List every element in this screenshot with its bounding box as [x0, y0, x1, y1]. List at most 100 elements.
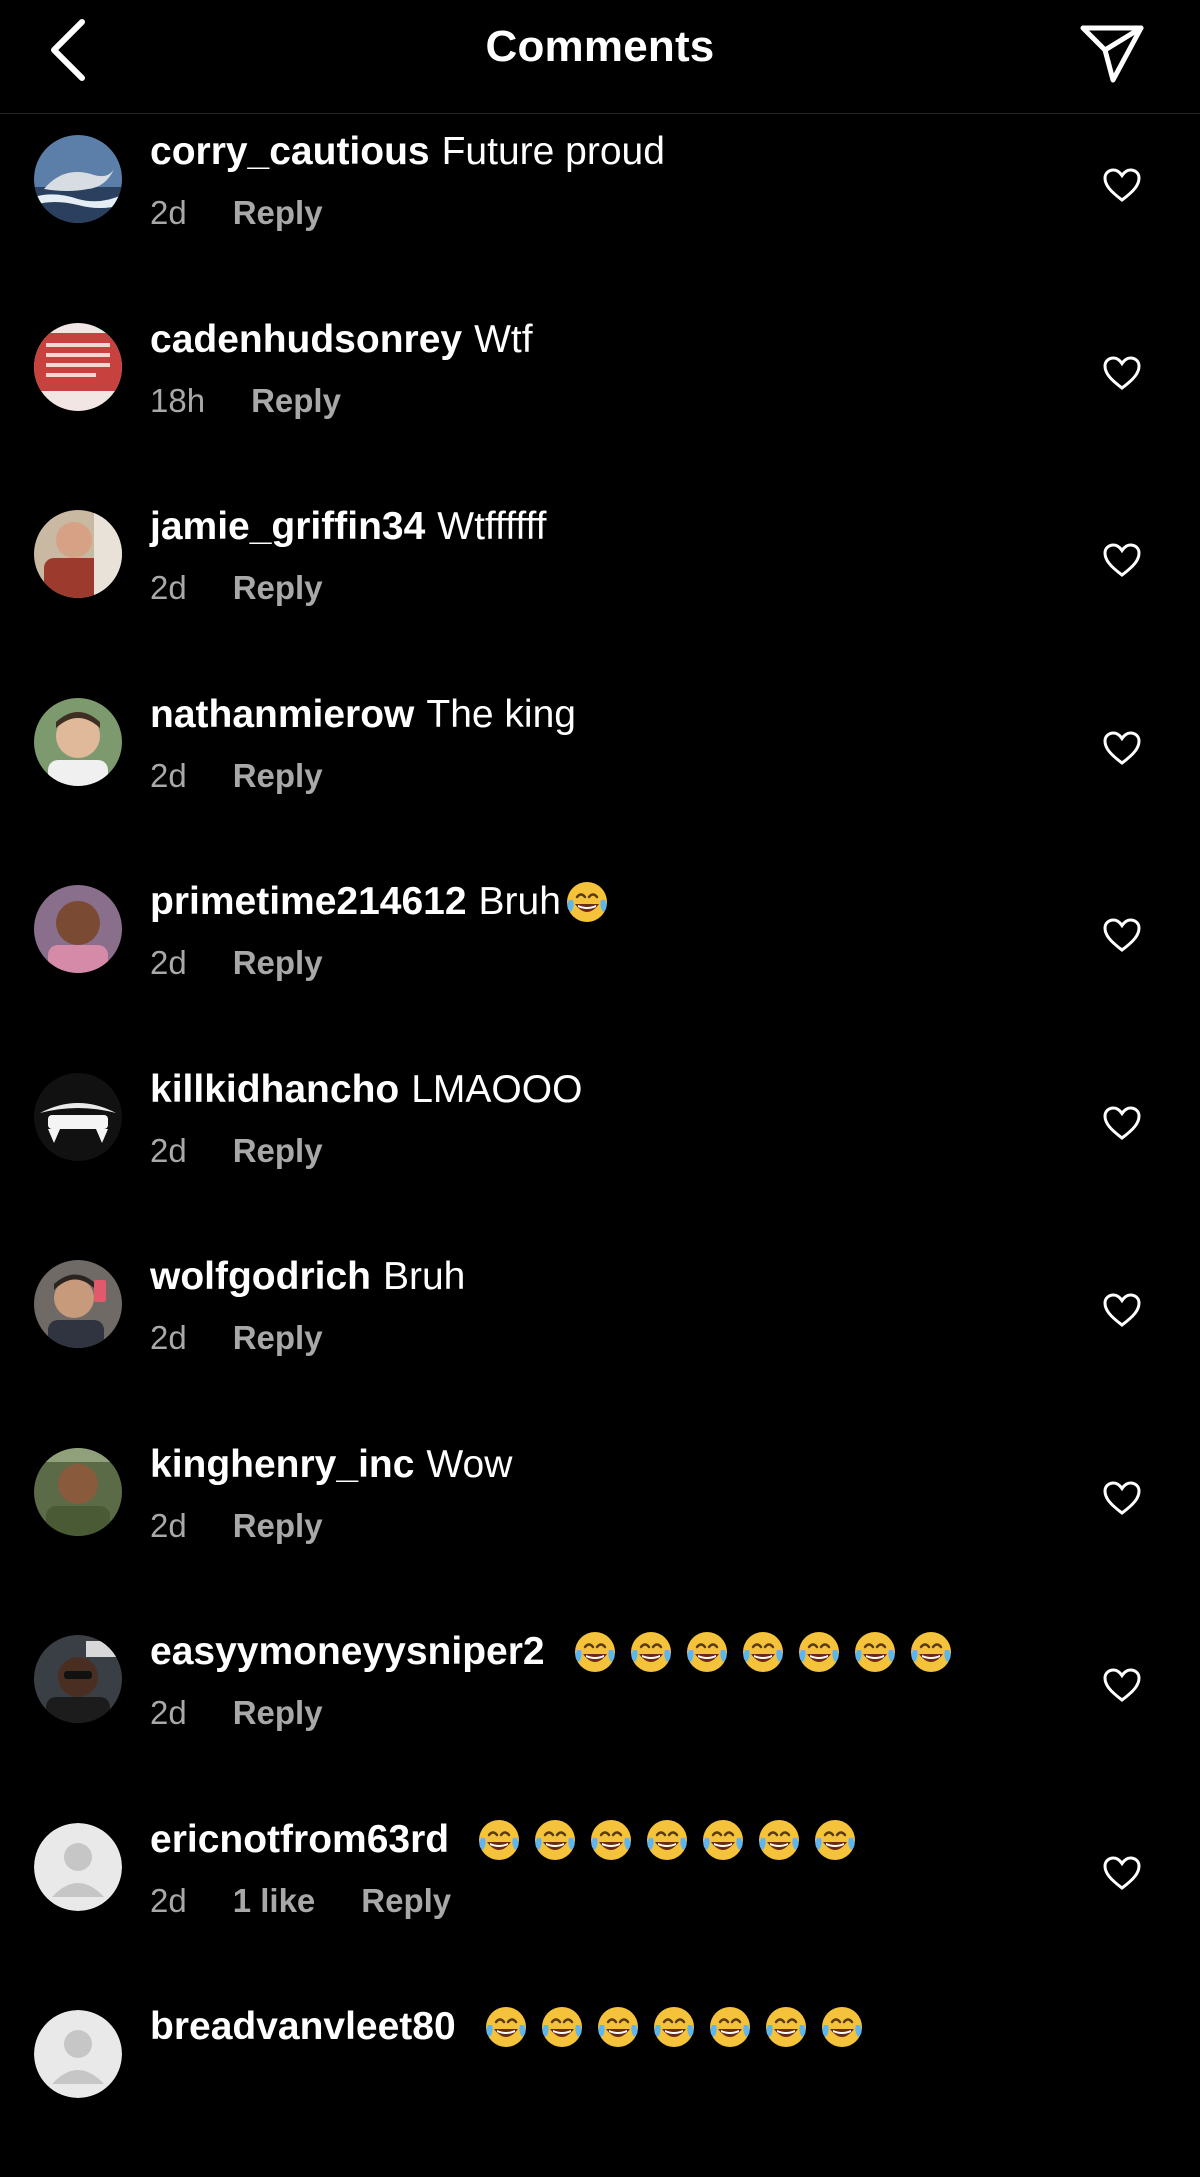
- reply-button[interactable]: Reply: [233, 569, 323, 607]
- comment-username[interactable]: corry_cautious: [150, 128, 430, 176]
- comment-item: jamie_griffin34 Wtffffff 2d Reply: [0, 489, 1200, 677]
- comment-item: kinghenry_inc Wow 2d Reply: [0, 1427, 1200, 1615]
- face-with-tears-of-joy-icon: [815, 1819, 856, 1860]
- share-button[interactable]: [1074, 16, 1150, 92]
- comment-username[interactable]: breadvanvleet80: [150, 2003, 456, 2051]
- reply-button[interactable]: Reply: [251, 382, 341, 420]
- reply-button[interactable]: Reply: [233, 1132, 323, 1170]
- avatar[interactable]: [34, 1260, 122, 1348]
- face-with-tears-of-joy-icon: [647, 1819, 688, 1860]
- comment-item: killkidhancho LMAOOO 2d Reply: [0, 1052, 1200, 1240]
- reply-button[interactable]: Reply: [361, 1882, 451, 1920]
- comment-text: Future proud: [441, 130, 665, 173]
- heart-outline-icon[interactable]: [1102, 1104, 1142, 1144]
- face-with-tears-of-joy-icon: [630, 1632, 671, 1672]
- comment-username[interactable]: jamie_griffin34: [150, 503, 425, 551]
- comment-timestamp: 2d: [150, 944, 187, 981]
- face-with-tears-of-joy-icon: [597, 2007, 638, 2047]
- avatar[interactable]: [34, 885, 122, 973]
- avatar[interactable]: [34, 1635, 122, 1723]
- heart-outline-icon[interactable]: [1102, 1666, 1142, 1706]
- comment-username[interactable]: kinghenry_inc: [150, 1441, 414, 1489]
- comment-item: ericnotfrom63rd 2d 1 like Reply: [0, 1802, 1200, 1990]
- comment-text: LMAOOO: [411, 1067, 583, 1111]
- comment-timestamp: 2d: [150, 1506, 187, 1544]
- face-with-tears-of-joy-icon: [821, 2007, 862, 2047]
- heart-outline-icon[interactable]: [1102, 354, 1142, 394]
- comment-timestamp: 2d: [150, 1881, 187, 1919]
- face-with-tears-of-joy-icon: [709, 2007, 750, 2047]
- comment-username[interactable]: killkidhancho: [150, 1066, 399, 1114]
- comment-text: Wow: [426, 1442, 513, 1486]
- avatar[interactable]: [34, 135, 122, 223]
- comment-item: wolfgodrich Bruh 2d Reply: [0, 1239, 1200, 1427]
- comment-item: primetime214612 Bruh 2d Reply: [0, 864, 1200, 1052]
- emoji-group: [563, 878, 611, 926]
- face-with-tears-of-joy-icon: [759, 1819, 800, 1860]
- comment-text: The king: [426, 692, 576, 736]
- comment-timestamp: 2d: [150, 1694, 187, 1731]
- face-with-tears-of-joy-icon: [479, 1819, 520, 1860]
- avatar[interactable]: [34, 1072, 122, 1161]
- heart-outline-icon[interactable]: [1102, 166, 1142, 206]
- avatar[interactable]: [34, 1447, 122, 1536]
- reply-button[interactable]: Reply: [233, 1694, 323, 1732]
- comment-timestamp: 18h: [150, 381, 206, 419]
- face-with-tears-of-joy-icon: [591, 1819, 632, 1860]
- face-with-tears-of-joy-icon: [574, 1632, 615, 1672]
- face-with-tears-of-joy-icon: [653, 2007, 694, 2047]
- face-with-tears-of-joy-icon: [566, 882, 607, 922]
- heart-outline-icon[interactable]: [1102, 1291, 1142, 1331]
- face-with-tears-of-joy-icon: [910, 1632, 951, 1672]
- heart-outline-icon[interactable]: [1102, 1479, 1142, 1519]
- reply-button[interactable]: Reply: [233, 757, 323, 795]
- face-with-tears-of-joy-icon: [854, 1632, 895, 1672]
- comment-item: cadenhudsonrey Wtf 18h Reply: [0, 302, 1200, 490]
- likes-count[interactable]: 1 like: [233, 1882, 316, 1920]
- comment-timestamp: 2d: [150, 569, 187, 606]
- comment-username[interactable]: primetime214612: [150, 878, 467, 926]
- heart-outline-icon[interactable]: [1102, 1854, 1142, 1894]
- reply-button[interactable]: Reply: [233, 194, 323, 232]
- avatar[interactable]: [34, 2010, 122, 2098]
- comment-item: nathanmierow The king 2d Reply: [0, 677, 1200, 865]
- comment-item: corry_cautious Future proud 2d Reply: [0, 114, 1200, 302]
- face-with-tears-of-joy-icon: [765, 2007, 806, 2047]
- emoji-group: [475, 1816, 859, 1864]
- avatar[interactable]: [34, 322, 122, 411]
- comment-timestamp: 2d: [150, 756, 187, 794]
- comment-username[interactable]: nathanmierow: [150, 691, 414, 739]
- comment-username[interactable]: cadenhudsonrey: [150, 316, 462, 364]
- heart-outline-icon[interactable]: [1102, 729, 1142, 769]
- comment-username[interactable]: ericnotfrom63rd: [150, 1816, 449, 1864]
- reply-button[interactable]: Reply: [233, 944, 323, 982]
- face-with-tears-of-joy-icon: [703, 1819, 744, 1860]
- reply-button[interactable]: Reply: [233, 1507, 323, 1545]
- comment-username[interactable]: easyymoneyysniper2: [150, 1628, 545, 1676]
- face-with-tears-of-joy-icon: [742, 1632, 783, 1672]
- reply-button[interactable]: Reply: [233, 1319, 323, 1357]
- emoji-group: [482, 2003, 866, 2051]
- avatar[interactable]: [34, 697, 122, 786]
- comment-timestamp: 2d: [150, 1131, 187, 1169]
- comment-text: Wtf: [474, 317, 533, 361]
- heart-outline-icon[interactable]: [1102, 541, 1142, 581]
- face-with-tears-of-joy-icon: [535, 1819, 576, 1860]
- avatar[interactable]: [34, 1822, 122, 1911]
- paper-plane-icon: [1080, 25, 1144, 83]
- heart-outline-icon[interactable]: [1102, 916, 1142, 956]
- comment-text: Bruh: [382, 1255, 466, 1298]
- comment-timestamp: 2d: [150, 194, 187, 231]
- header-bar: Comments: [0, 0, 1200, 114]
- comment-text: Bruh: [478, 880, 561, 923]
- comment-timestamp: 2d: [150, 1319, 187, 1356]
- face-with-tears-of-joy-icon: [541, 2007, 582, 2047]
- face-with-tears-of-joy-icon: [686, 1632, 727, 1672]
- comment-item: easyymoneyysniper2 2d Reply: [0, 1614, 1200, 1802]
- emoji-group: [571, 1628, 955, 1676]
- avatar[interactable]: [34, 510, 122, 598]
- face-with-tears-of-joy-icon: [798, 1632, 839, 1672]
- comment-item: breadvanvleet80: [0, 1989, 1200, 2177]
- comment-list: corry_cautious Future proud 2d Reply cad…: [0, 114, 1200, 2177]
- comment-username[interactable]: wolfgodrich: [150, 1253, 371, 1301]
